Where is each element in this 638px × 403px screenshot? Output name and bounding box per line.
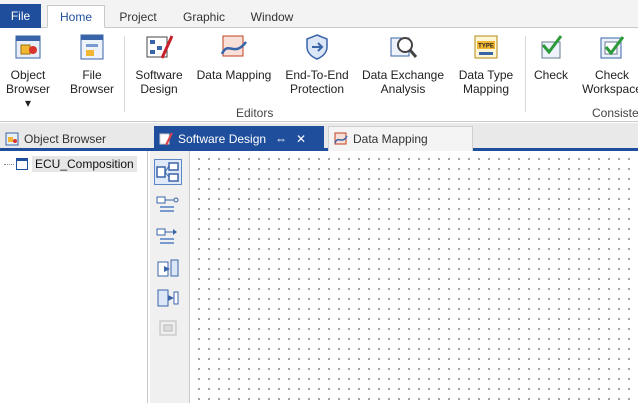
object-browser-panel: ECU_Composition [0,151,148,403]
port-out-icon [157,289,179,307]
file-browser-button[interactable]: File Browser [66,32,118,96]
data-exchange-analysis-label: Data Exchange Analysis [361,68,445,96]
composition-icon [16,158,28,170]
object-browser-icon [5,132,19,145]
ribbon: Object Browser ▾ File Browser Software D… [0,28,638,122]
data-type-mapping-button[interactable]: TYPE Data Type Mapping [454,32,518,96]
tree-item-ecu-composition[interactable]: ECU_Composition [4,155,137,173]
group-label-editors: Editors [236,106,274,120]
doc-tab-label: Data Mapping [353,132,428,146]
check-icon [541,35,563,59]
data-mapping-button[interactable]: Data Mapping [194,32,274,82]
doc-tab-software-design[interactable]: Software Design ⇔ ✕ [154,126,324,151]
pin-icon[interactable]: ⇔ [275,132,287,146]
component-view-icon [156,162,179,182]
end-to-end-protection-icon [306,34,328,60]
disabled-tool-button[interactable] [154,315,182,341]
check-workspace-label: Check Workspace [582,68,638,96]
check-workspace-icon [600,36,625,59]
software-design-canvas[interactable] [192,151,638,403]
check-workspace-button[interactable]: Check Workspace [580,32,638,96]
software-design-label: Software Design [135,68,183,96]
connector-right-button[interactable] [154,223,182,249]
disabled-tool-icon [159,320,177,336]
group-label-consistency: Consiste [592,106,638,120]
data-exchange-analysis-icon [390,37,418,58]
data-mapping-icon [220,35,247,57]
tab-home[interactable]: Home [47,5,105,28]
software-design-button[interactable]: Software Design [131,32,187,96]
data-mapping-icon [334,132,348,145]
check-button[interactable]: Check [531,32,571,82]
connector-right-icon [156,228,177,244]
doc-tab-label: Software Design [178,131,267,146]
data-type-mapping-icon: TYPE [474,35,498,59]
file-browser-label: File Browser [69,68,114,96]
ribbon-separator [525,36,526,112]
menu-bar: File Home Project Graphic Window [0,0,638,28]
port-in-button[interactable] [154,255,182,281]
file-menu-button[interactable]: File [0,4,41,28]
tab-graphic[interactable]: Graphic [176,5,232,28]
tree-item-label: ECU_Composition [32,156,137,172]
port-out-button[interactable] [154,285,182,311]
doc-tab-object-browser[interactable]: Object Browser [0,126,150,151]
close-icon[interactable]: ✕ [296,132,306,146]
tab-project[interactable]: Project [112,5,164,28]
component-view-button[interactable] [154,159,182,185]
object-browser-button[interactable]: Object Browser ▾ [2,32,54,110]
check-label: Check [533,68,568,82]
diagram-toolbar [150,151,190,403]
ribbon-separator [124,36,125,112]
document-tab-strip: Object Browser Software Design ⇔ ✕ Data … [0,123,638,151]
tab-window[interactable]: Window [243,5,301,28]
type-badge-text: TYPE [478,44,494,50]
software-design-icon [146,35,174,59]
object-browser-icon [15,35,41,59]
doc-tab-data-mapping[interactable]: Data Mapping [328,126,473,151]
end-to-end-protection-label: End-To-End Protection [285,68,349,96]
connector-left-button[interactable] [154,191,182,217]
doc-tab-label: Object Browser [24,131,107,146]
port-in-icon [157,259,179,277]
data-type-mapping-label: Data Type Mapping [458,68,514,96]
connector-left-icon [156,196,179,212]
software-design-icon [159,132,173,145]
data-exchange-analysis-button[interactable]: Data Exchange Analysis [359,32,447,96]
data-mapping-label: Data Mapping [196,68,272,82]
file-browser-icon [80,34,104,60]
object-browser-label: Object Browser ▾ [5,68,50,110]
end-to-end-protection-button[interactable]: End-To-End Protection [281,32,353,96]
tree-connector [4,163,14,165]
